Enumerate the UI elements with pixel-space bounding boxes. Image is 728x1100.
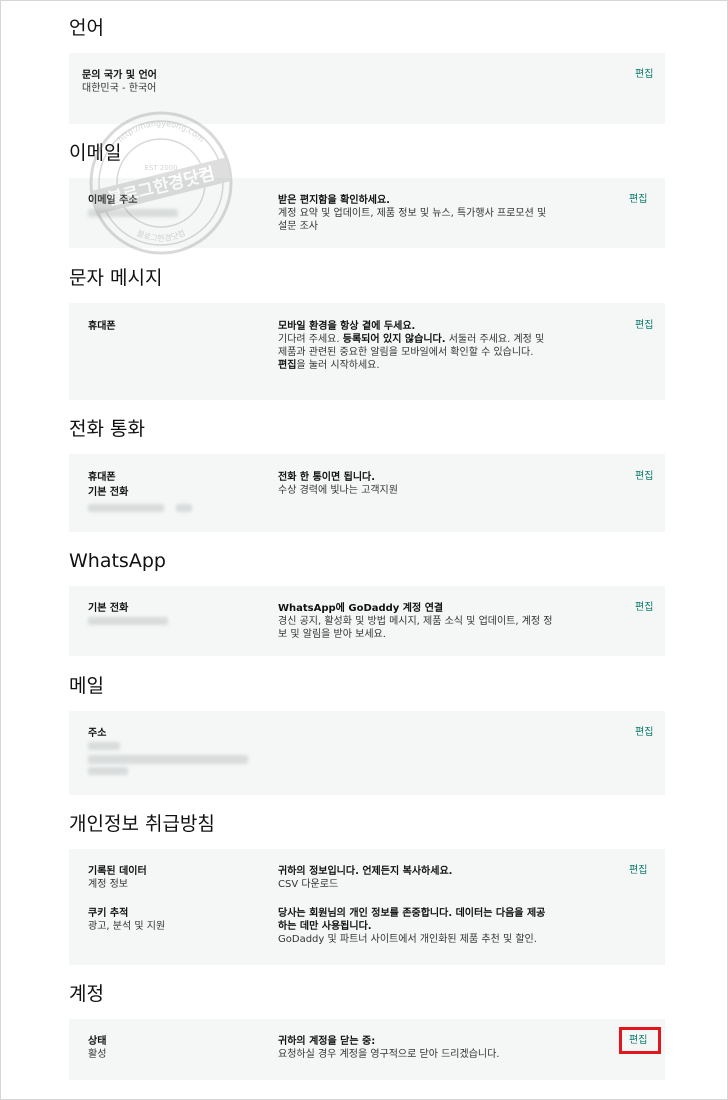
whatsapp-edit-link[interactable]: 편집 xyxy=(635,601,653,614)
privacy-row1-description: 귀하의 정보입니다. 언제든지 복사하세요. CSV 다운로드 xyxy=(278,865,553,891)
privacy-csv-download-link[interactable]: CSV 다운로드 xyxy=(278,879,338,890)
sms-desc-1-bold: 등록되어 있지 않습니다. xyxy=(342,334,446,345)
whatsapp-label: 기본 전화 xyxy=(88,603,129,614)
email-card: 이메일 주소 받은 편지함을 확인하세요. 계정 요약 및 업데이트, 제품 정… xyxy=(69,178,665,248)
phone-edit-link[interactable]: 편집 xyxy=(635,470,653,483)
email-description: 받은 편지함을 확인하세요. 계정 요약 및 업데이트, 제품 정보 및 뉴스,… xyxy=(278,194,553,233)
privacy-edit-link[interactable]: 편집 xyxy=(629,864,647,877)
whatsapp-description: WhatsApp에 GoDaddy 계정 연결 경신 공지, 활성화 및 방법 … xyxy=(278,602,553,641)
phone-number-redacted xyxy=(88,504,164,512)
privacy-row1-label: 기록된 데이터 xyxy=(88,866,147,877)
privacy-row2-description: 당사는 회원님의 개인 정보를 존중합니다. 데이터는 다음을 제공하는 데만 … xyxy=(278,907,553,946)
section-title-email: 이메일 xyxy=(69,142,122,164)
section-title-account: 계정 xyxy=(69,983,104,1005)
email-edit-link[interactable]: 편집 xyxy=(629,193,647,206)
privacy-row2-value: 광고, 분석 및 지원 xyxy=(88,921,166,932)
whatsapp-desc-text: 경신 공지, 활성화 및 방법 메시지, 제품 소식 및 업데이트, 계정 정보… xyxy=(278,616,553,640)
email-value-redacted xyxy=(88,209,178,217)
account-edit-link[interactable]: 편집 xyxy=(629,1034,647,1047)
account-status-value: 활성 xyxy=(88,1049,107,1060)
privacy-row2-label: 쿠키 추적 xyxy=(88,908,129,919)
phone-description: 전화 한 통이면 됩니다. 수상 경력에 빛나는 고객지원 xyxy=(278,471,553,497)
sms-card: 휴대폰 모바일 환경을 항상 곁에 두세요. 기다려 주세요. 등록되어 있지 … xyxy=(69,303,665,400)
language-label: 문의 국가 및 언어 xyxy=(82,70,157,81)
sms-desc-3: 을 눌러 시작하세요. xyxy=(296,360,380,371)
email-desc-text: 계정 요약 및 업데이트, 제품 정보 및 뉴스, 특가행사 프로모션 및 설문… xyxy=(278,208,547,232)
language-edit-link[interactable]: 편집 xyxy=(635,68,653,81)
email-desc-bold: 받은 편지함을 확인하세요. xyxy=(278,195,390,206)
whatsapp-card: 기본 전화 WhatsApp에 GoDaddy 계정 연결 경신 공지, 활성화… xyxy=(69,586,665,656)
language-card: 문의 국가 및 언어 대한민국 - 한국어 편집 xyxy=(69,53,665,124)
phone-ext-redacted xyxy=(176,504,192,512)
phone-card: 휴대폰 기본 전화 전화 한 통이면 됩니다. 수상 경력에 빛나는 고객지원 … xyxy=(69,454,665,532)
whatsapp-number-redacted xyxy=(88,617,168,625)
sms-desc-1: 기다려 주세요. xyxy=(278,334,340,345)
mail-line2-redacted xyxy=(88,755,248,764)
account-desc-bold: 귀하의 계정을 닫는 중: xyxy=(278,1036,376,1047)
language-value: 대한민국 - 한국어 xyxy=(82,83,157,94)
privacy-card: 기록된 데이터 계정 정보 귀하의 정보입니다. 언제든지 복사하세요. CSV… xyxy=(69,849,665,965)
phone-desc-bold: 전화 한 통이면 됩니다. xyxy=(278,472,376,483)
mail-line3-redacted xyxy=(88,767,128,775)
sms-description: 모바일 환경을 항상 곁에 두세요. 기다려 주세요. 등록되어 있지 않습니다… xyxy=(278,320,553,372)
sms-edit-link[interactable]: 편집 xyxy=(635,319,653,332)
mail-edit-link[interactable]: 편집 xyxy=(635,726,653,739)
section-title-phone: 전화 통화 xyxy=(69,418,145,440)
mail-label: 주소 xyxy=(88,728,107,739)
section-title-whatsapp: WhatsApp xyxy=(69,550,166,572)
section-title-language: 언어 xyxy=(69,17,104,39)
privacy-row1-desc-bold: 귀하의 정보입니다. 언제든지 복사하세요. xyxy=(278,866,453,877)
privacy-row2-desc-text: GoDaddy 및 파트너 사이트에서 개인화된 제품 추천 및 할인. xyxy=(278,934,537,945)
mail-card: 주소 편집 xyxy=(69,711,665,795)
phone-label-mobile: 휴대폰 xyxy=(88,472,116,483)
mail-line1-redacted xyxy=(88,742,120,750)
section-title-mail: 메일 xyxy=(69,675,104,697)
section-title-privacy: 개인정보 취급방침 xyxy=(69,813,215,835)
privacy-row1-value: 계정 정보 xyxy=(88,879,128,890)
sms-label: 휴대폰 xyxy=(88,321,116,332)
phone-label-primary: 기본 전화 xyxy=(88,487,129,498)
account-card: 상태 활성 귀하의 계정을 닫는 중: 요청하실 경우 계정을 영구적으로 닫아… xyxy=(69,1019,665,1080)
email-label: 이메일 주소 xyxy=(88,195,138,206)
account-description: 귀하의 계정을 닫는 중: 요청하실 경우 계정을 영구적으로 닫아 드리겠습니… xyxy=(278,1035,578,1061)
account-status-label: 상태 xyxy=(88,1036,107,1047)
privacy-row2-desc-bold: 당사는 회원님의 개인 정보를 존중합니다. 데이터는 다음을 제공하는 데만 … xyxy=(278,908,546,932)
sms-desc-bold: 모바일 환경을 항상 곁에 두세요. xyxy=(278,321,416,332)
account-desc-text: 요청하실 경우 계정을 영구적으로 닫아 드리겠습니다. xyxy=(278,1049,500,1060)
phone-desc-text: 수상 경력에 빛나는 고객지원 xyxy=(278,485,398,496)
whatsapp-desc-bold: WhatsApp에 GoDaddy 계정 연결 xyxy=(278,603,444,614)
sms-desc-3-bold: 편집 xyxy=(278,360,297,371)
section-title-sms: 문자 메시지 xyxy=(69,267,163,289)
